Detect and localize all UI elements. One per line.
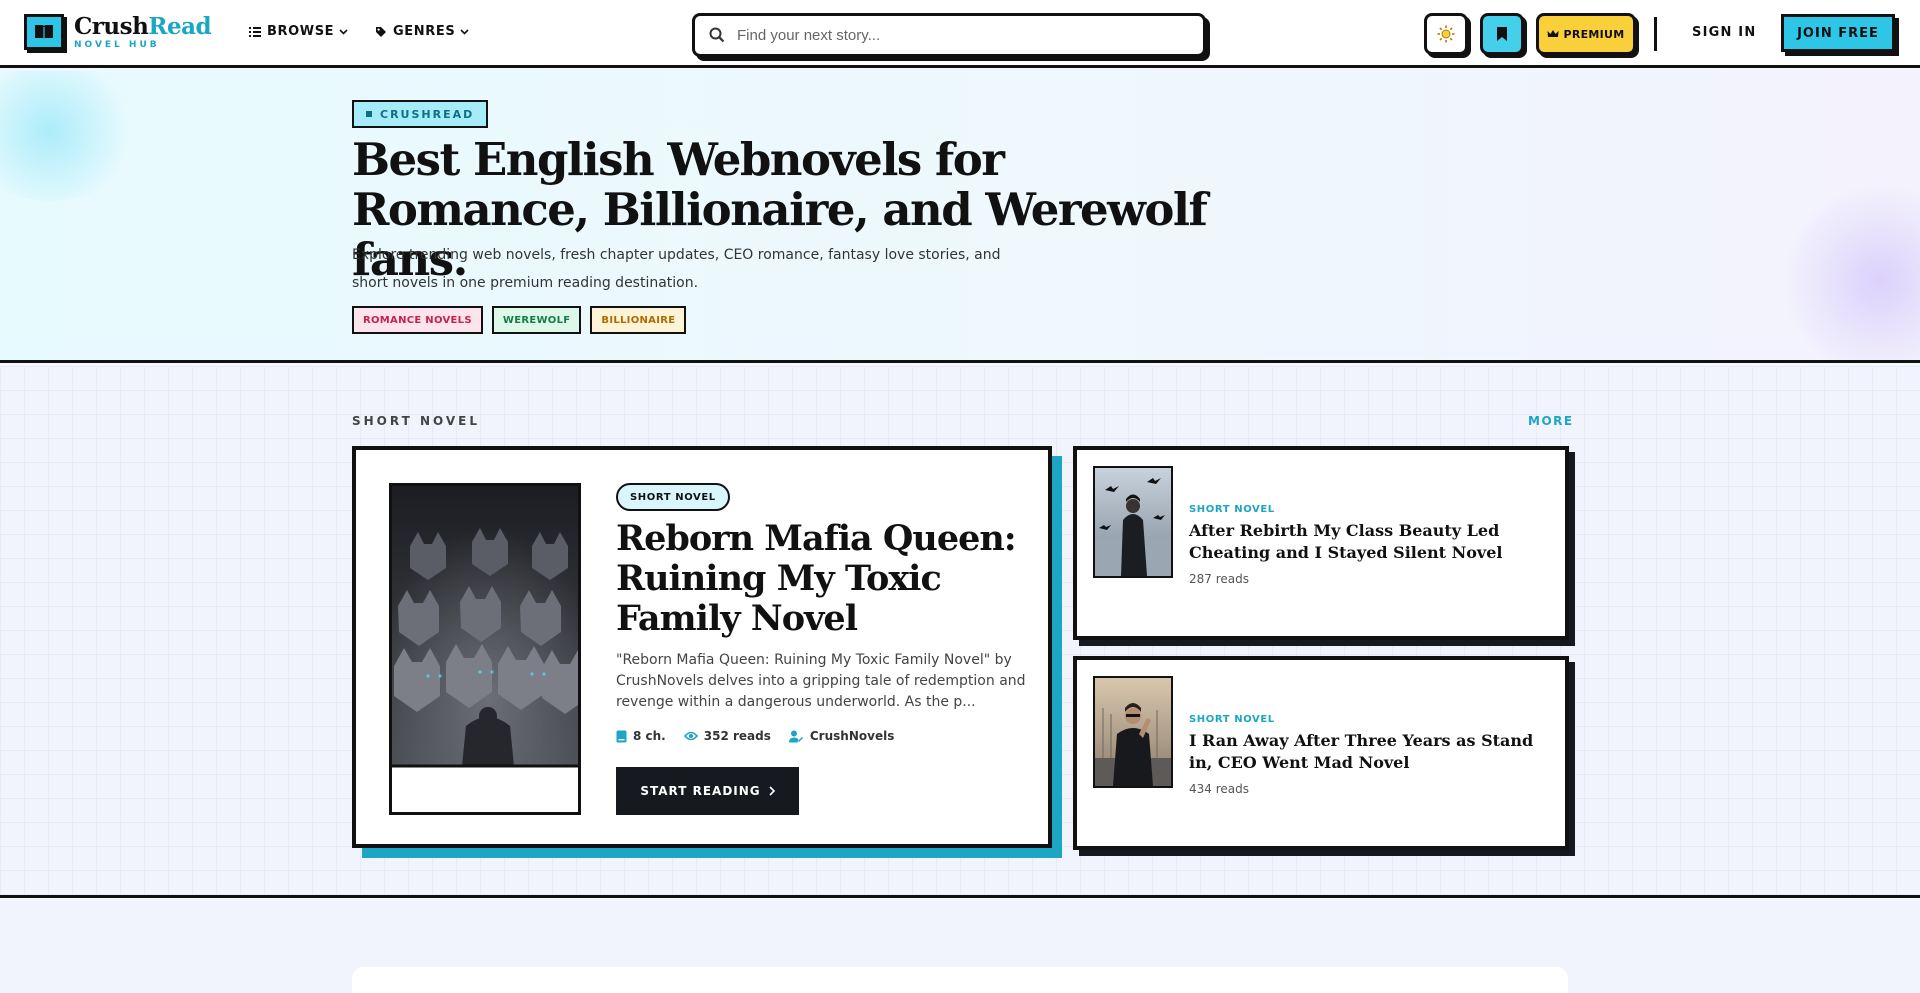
top-header: CrushRead NOVEL HUB BROWSE GENRES PREMIU… <box>0 0 1920 68</box>
eye-icon <box>683 731 698 741</box>
hero-tags: ROMANCE NOVELS WEREWOLF BILLIONAIRE <box>352 306 687 334</box>
tag-icon <box>376 26 386 37</box>
novel-card[interactable]: SHORT NOVEL I Ran Away After Three Years… <box>1073 656 1569 850</box>
logo-title: CrushRead <box>74 12 212 40</box>
bookmark-icon <box>1497 27 1507 41</box>
crown-icon <box>1547 30 1559 37</box>
decorative-blob <box>1780 181 1920 360</box>
novel-card[interactable]: SHORT NOVEL After Rebirth My Class Beaut… <box>1073 446 1569 640</box>
hero-section: CRUSHREAD Best English Webnovels for Rom… <box>0 71 1920 363</box>
join-free-button[interactable]: JOIN FREE <box>1781 14 1895 52</box>
hero-description: Explore trending web novels, fresh chapt… <box>352 247 1001 291</box>
logo-text: CrushRead NOVEL HUB <box>74 12 212 50</box>
nav-genres-label: GENRES <box>393 24 456 39</box>
reads-count-label: 352 reads <box>703 729 771 743</box>
nav-browse[interactable]: BROWSE <box>249 24 348 39</box>
author-icon <box>788 730 803 742</box>
novel-cover-thumbnail <box>1093 466 1173 578</box>
featured-meta: 8 ch. 352 reads CrushNovels <box>616 729 912 743</box>
next-section-card <box>352 967 1568 993</box>
hero-badge: CRUSHREAD <box>352 100 489 128</box>
author[interactable]: CrushNovels <box>788 729 895 743</box>
tag-billionaire[interactable]: BILLIONAIRE <box>590 306 687 334</box>
logo[interactable]: CrushRead NOVEL HUB <box>24 12 212 50</box>
tag-werewolf[interactable]: WEREWOLF <box>491 306 582 334</box>
author-label: CrushNovels <box>809 729 895 743</box>
chapters-count: 8 ch. <box>616 729 666 743</box>
novel-reads: 287 reads <box>1189 572 1249 586</box>
featured-cover-image[interactable] <box>389 483 581 815</box>
more-link[interactable]: MORE <box>1528 414 1574 428</box>
chevron-right-icon <box>769 786 775 796</box>
sun-icon <box>1437 25 1455 43</box>
nav-genres[interactable]: GENRES <box>375 24 469 39</box>
wolves-cover-illustration <box>392 486 578 812</box>
start-reading-button[interactable]: START READING <box>616 767 799 815</box>
logo-title-accent: Read <box>148 12 212 40</box>
short-novel-section: SHORT NOVEL MORE SHORT NOVEL Reborn Mafi… <box>0 366 1920 898</box>
novel-cover-thumbnail <box>1093 676 1173 788</box>
bookmark-button[interactable] <box>1480 13 1524 55</box>
start-reading-label: START READING <box>640 784 761 798</box>
featured-description: "Reborn Mafia Queen: Ruining My Toxic Fa… <box>616 652 1026 710</box>
next-section <box>0 901 1920 993</box>
nav-browse-label: BROWSE <box>267 24 335 39</box>
novel-genre: SHORT NOVEL <box>1189 714 1275 725</box>
novel-title[interactable]: I Ran Away After Three Years as Stand in… <box>1189 730 1559 774</box>
theme-toggle-button[interactable] <box>1424 13 1468 55</box>
search-icon <box>709 27 725 43</box>
chapters-count-label: 8 ch. <box>633 729 666 743</box>
search-input[interactable] <box>737 26 1157 44</box>
man-in-suit-cover <box>1095 678 1171 786</box>
logo-title-main: Crush <box>74 12 149 40</box>
man-with-crows-cover <box>1095 468 1171 576</box>
sign-in-button[interactable]: SIGN IN <box>1692 25 1756 40</box>
featured-novel-card: SHORT NOVEL Reborn Mafia Queen: Ruining … <box>352 446 1052 848</box>
featured-title[interactable]: Reborn Mafia Queen: Ruining My Toxic Fam… <box>616 519 1017 639</box>
search-bar <box>692 13 1206 57</box>
book-logo-icon <box>24 14 64 50</box>
chevron-down-icon <box>339 28 348 35</box>
decorative-blob <box>0 71 140 201</box>
novel-genre: SHORT NOVEL <box>1189 504 1275 515</box>
premium-button[interactable]: PREMIUM <box>1536 13 1636 55</box>
square-bullet-icon <box>366 111 372 117</box>
header-divider <box>1654 17 1657 51</box>
section-title: SHORT NOVEL <box>352 414 481 428</box>
premium-label: PREMIUM <box>1563 27 1625 41</box>
hero-badge-label: CRUSHREAD <box>380 107 475 121</box>
novel-reads: 434 reads <box>1189 782 1249 796</box>
book-icon <box>616 730 627 742</box>
logo-subtitle: NOVEL HUB <box>74 39 160 50</box>
tag-romance-novels[interactable]: ROMANCE NOVELS <box>352 306 483 334</box>
list-icon <box>249 26 261 37</box>
chevron-down-icon <box>460 28 469 35</box>
reads-count: 352 reads <box>683 729 771 743</box>
featured-genre-badge[interactable]: SHORT NOVEL <box>616 483 730 511</box>
novel-title[interactable]: After Rebirth My Class Beauty Led Cheati… <box>1189 520 1559 564</box>
